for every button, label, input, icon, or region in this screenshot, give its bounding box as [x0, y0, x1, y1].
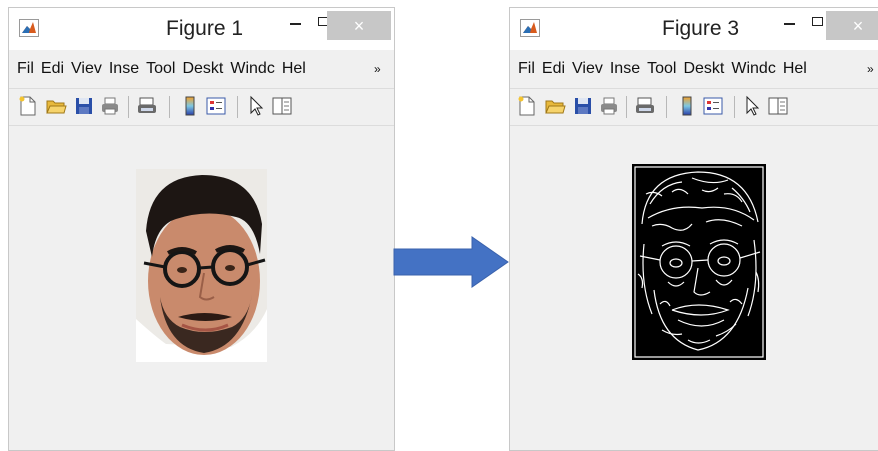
- save-icon[interactable]: [572, 95, 594, 117]
- colorbar-icon[interactable]: [179, 95, 201, 117]
- figure-3-window: Figure 3 × Fil Edi Viev Inse Tool Deskt …: [509, 7, 878, 451]
- save-icon[interactable]: [73, 95, 95, 117]
- menu-edit[interactable]: Edi: [41, 60, 64, 78]
- menu-tools[interactable]: Tool: [647, 60, 676, 78]
- toolbar: [9, 89, 394, 126]
- print-preview-icon[interactable]: [136, 95, 158, 117]
- colorbar-icon[interactable]: [676, 95, 698, 117]
- figure-3-axes-area: [510, 126, 878, 450]
- menu-overflow-icon[interactable]: »: [867, 62, 874, 76]
- property-editor-icon[interactable]: [767, 95, 789, 117]
- toolbar-separator: [169, 96, 170, 118]
- menu-file[interactable]: Fil: [518, 60, 535, 78]
- print-preview-icon[interactable]: [634, 95, 656, 117]
- pointer-icon[interactable]: [741, 95, 763, 117]
- toolbar-separator: [237, 96, 238, 118]
- toolbar-separator: [626, 96, 627, 118]
- property-editor-icon[interactable]: [271, 95, 293, 117]
- menu-help[interactable]: Hel: [282, 60, 306, 78]
- right-arrow-icon: [393, 236, 509, 288]
- menu-desktop[interactable]: Deskt: [182, 60, 223, 78]
- matlab-logo-icon: [520, 19, 540, 37]
- menu-overflow-icon[interactable]: »: [374, 62, 381, 76]
- legend-icon[interactable]: [205, 95, 227, 117]
- menu-file[interactable]: Fil: [17, 60, 34, 78]
- figure-1-axes-area: [9, 126, 394, 450]
- edge-detected-face: [632, 164, 766, 360]
- menu-insert[interactable]: Inse: [109, 60, 139, 78]
- menu-bar: Fil Edi Viev Inse Tool Deskt Windc Hel »: [9, 50, 394, 89]
- menu-help[interactable]: Hel: [783, 60, 807, 78]
- figure-3-titlebar[interactable]: Figure 3 ×: [510, 8, 878, 50]
- menu-window[interactable]: Windc: [731, 60, 775, 78]
- menu-view[interactable]: Viev: [71, 60, 102, 78]
- toolbar-separator: [666, 96, 667, 118]
- pointer-icon[interactable]: [245, 95, 267, 117]
- menu-window[interactable]: Windc: [230, 60, 274, 78]
- toolbar-separator: [734, 96, 735, 118]
- open-folder-icon[interactable]: [544, 95, 566, 117]
- figure-1-titlebar[interactable]: Figure 1 ×: [9, 8, 394, 50]
- menu-edit[interactable]: Edi: [542, 60, 565, 78]
- print-icon[interactable]: [598, 95, 620, 117]
- window-title: Figure 1: [166, 17, 244, 40]
- new-file-icon[interactable]: [516, 95, 538, 117]
- figure-1-window: Figure 1 × Fil Edi Viev Inse Tool Deskt …: [8, 7, 395, 451]
- toolbar: [510, 89, 878, 126]
- menu-desktop[interactable]: Deskt: [683, 60, 724, 78]
- close-button[interactable]: ×: [327, 11, 391, 40]
- window-title: Figure 3: [662, 17, 740, 40]
- new-file-icon[interactable]: [17, 95, 39, 117]
- matlab-logo-icon: [19, 19, 39, 37]
- legend-icon[interactable]: [702, 95, 724, 117]
- print-icon[interactable]: [99, 95, 121, 117]
- open-folder-icon[interactable]: [45, 95, 67, 117]
- toolbar-separator: [128, 96, 129, 118]
- menu-bar: Fil Edi Viev Inse Tool Deskt Windc Hel »: [510, 50, 878, 89]
- menu-tools[interactable]: Tool: [146, 60, 175, 78]
- face-photo: [136, 169, 267, 362]
- menu-insert[interactable]: Inse: [610, 60, 640, 78]
- menu-view[interactable]: Viev: [572, 60, 603, 78]
- close-button[interactable]: ×: [826, 11, 878, 40]
